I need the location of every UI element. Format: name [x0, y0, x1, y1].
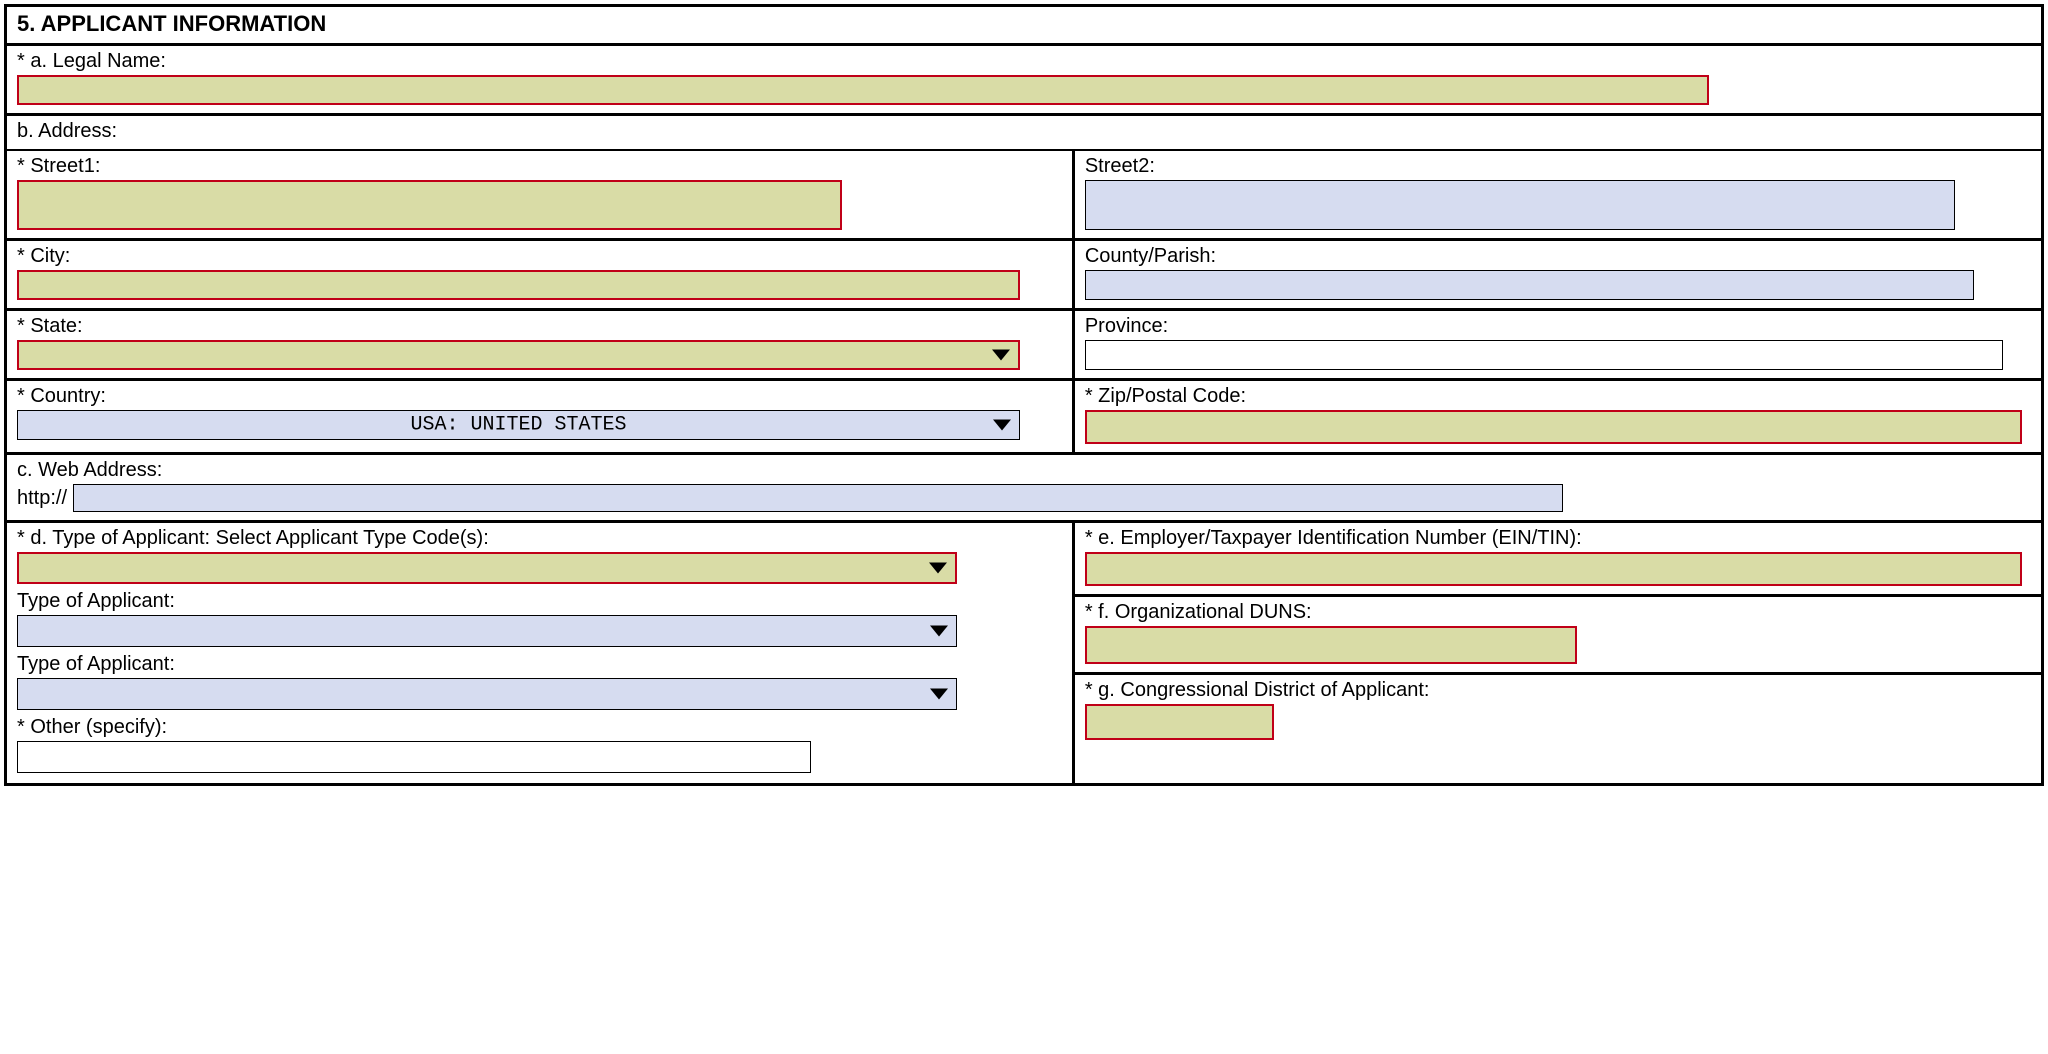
street1-cell: * Street1: — [7, 151, 1075, 241]
duns-label: * f. Organizational DUNS: — [1085, 601, 2031, 624]
applicant-type-3-label: Type of Applicant: — [17, 653, 1062, 676]
duns-cell: * f. Organizational DUNS: — [1075, 597, 2041, 675]
city-field[interactable] — [17, 270, 1020, 300]
applicant-type-1-dropdown[interactable] — [17, 552, 957, 584]
state-dropdown[interactable] — [17, 340, 1020, 370]
applicant-type-3-dropdown[interactable] — [17, 678, 957, 710]
chevron-down-icon — [929, 563, 947, 574]
applicant-type-d-label: * d. Type of Applicant: Select Applicant… — [17, 527, 1062, 550]
county-cell: County/Parish: — [1075, 241, 2041, 311]
applicant-type-column: * d. Type of Applicant: Select Applicant… — [7, 523, 1075, 783]
web-address-field[interactable] — [73, 484, 1563, 512]
applicant-type-2-dropdown[interactable] — [17, 615, 957, 647]
chevron-down-icon — [930, 689, 948, 700]
state-cell: * State: — [7, 311, 1075, 381]
ein-label: * e. Employer/Taxpayer Identification Nu… — [1085, 527, 2031, 550]
street2-field[interactable] — [1085, 180, 1955, 230]
legal-name-cell: * a. Legal Name: — [7, 46, 2041, 116]
ein-cell: * e. Employer/Taxpayer Identification Nu… — [1075, 523, 2041, 597]
street2-cell: Street2: — [1075, 151, 2041, 241]
other-specify-field[interactable] — [17, 741, 811, 773]
applicant-type-2-label: Type of Applicant: — [17, 590, 1062, 613]
cong-dist-label: * g. Congressional District of Applicant… — [1085, 679, 2031, 702]
legal-name-label: * a. Legal Name: — [17, 50, 2031, 73]
applicant-information-section: 5. APPLICANT INFORMATION * a. Legal Name… — [4, 4, 2044, 786]
web-address-cell: c. Web Address: http:// — [7, 455, 2041, 523]
chevron-down-icon — [930, 626, 948, 637]
country-value: USA: UNITED STATES — [410, 414, 626, 437]
cong-dist-cell: * g. Congressional District of Applicant… — [1075, 675, 2041, 783]
section-header: 5. APPLICANT INFORMATION — [7, 7, 2041, 46]
county-field[interactable] — [1085, 270, 1974, 300]
web-address-label: c. Web Address: — [17, 459, 2031, 482]
city-cell: * City: — [7, 241, 1075, 311]
street1-label: * Street1: — [17, 155, 1062, 178]
country-label: * Country: — [17, 385, 1062, 408]
country-dropdown[interactable]: USA: UNITED STATES — [17, 410, 1020, 440]
chevron-down-icon — [992, 350, 1010, 361]
county-label: County/Parish: — [1085, 245, 2031, 268]
http-prefix: http:// — [17, 487, 67, 510]
legal-name-field[interactable] — [17, 75, 1709, 105]
address-header-cell: b. Address: — [7, 116, 2041, 151]
chevron-down-icon — [993, 420, 1011, 431]
cong-dist-field[interactable] — [1085, 704, 1274, 740]
country-cell: * Country: USA: UNITED STATES — [7, 381, 1075, 455]
zip-label: * Zip/Postal Code: — [1085, 385, 2031, 408]
zip-cell: * Zip/Postal Code: — [1075, 381, 2041, 455]
zip-field[interactable] — [1085, 410, 2022, 444]
street2-label: Street2: — [1085, 155, 2031, 178]
ein-field[interactable] — [1085, 552, 2022, 586]
province-field[interactable] — [1085, 340, 2003, 370]
other-specify-label: * Other (specify): — [17, 716, 1062, 739]
province-label: Province: — [1085, 315, 2031, 338]
city-label: * City: — [17, 245, 1062, 268]
address-label: b. Address: — [17, 120, 2031, 143]
street1-field[interactable] — [17, 180, 842, 230]
province-cell: Province: — [1075, 311, 2041, 381]
duns-field[interactable] — [1085, 626, 1577, 664]
state-label: * State: — [17, 315, 1062, 338]
